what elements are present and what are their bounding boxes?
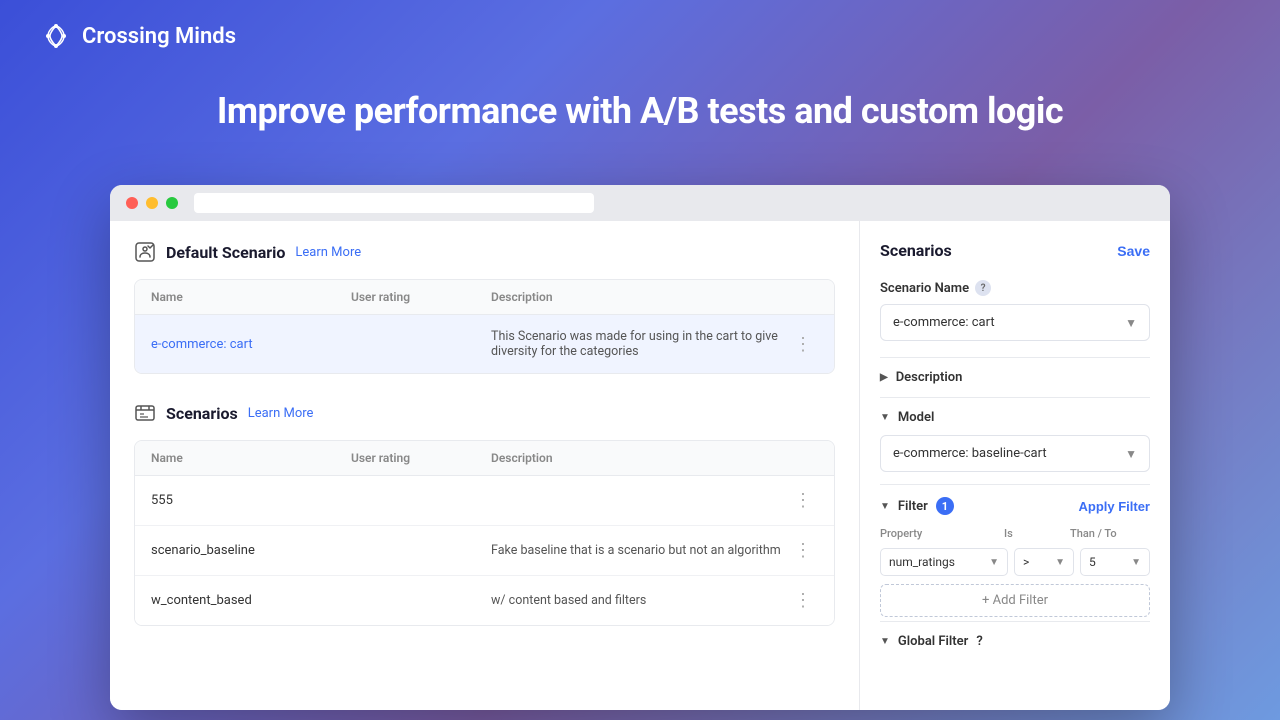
add-filter-button[interactable]: + Add Filter	[880, 584, 1150, 617]
default-scenario-learn-more[interactable]: Learn More	[295, 245, 361, 260]
browser-dot-green	[166, 197, 178, 209]
scenarios-col-name: Name	[151, 451, 351, 465]
filter-operator-chevron: ▼	[1055, 557, 1065, 568]
scenario-name-value: e-commerce: cart	[893, 315, 995, 330]
scenarios-learn-more[interactable]: Learn More	[248, 406, 314, 421]
filter-operator-select[interactable]: > ▼	[1014, 548, 1074, 576]
scenario-name-chevron: ▼	[1125, 316, 1137, 330]
table-row[interactable]: e-commerce: cart This Scenario was made …	[135, 315, 834, 373]
global-filter-header[interactable]: ▼ Global Filter ?	[880, 634, 1150, 649]
filter-header: ▼ Filter 1 Apply Filter	[880, 497, 1150, 515]
model-header[interactable]: ▼ Model	[880, 410, 1150, 425]
right-panel-title: Scenarios	[880, 241, 952, 260]
default-col-rating: User rating	[351, 290, 491, 304]
scenario-name-cell[interactable]: e-commerce: cart	[151, 337, 351, 352]
browser-url-bar	[194, 193, 594, 213]
model-collapsible: ▼ Model e-commerce: baseline-cart ▼	[880, 397, 1150, 484]
model-label: Model	[898, 410, 934, 425]
filter-section: ▼ Filter 1 Apply Filter Property Is Than…	[880, 484, 1150, 617]
table-row[interactable]: w_content_based w/ content based and fil…	[135, 576, 834, 625]
global-filter-label: Global Filter	[898, 634, 968, 649]
filter-label: Filter	[898, 499, 928, 514]
header: Crossing Minds	[0, 0, 1280, 72]
row1-name: 555	[151, 493, 351, 508]
save-button[interactable]: Save	[1117, 243, 1150, 259]
scenarios-col-desc: Description	[491, 451, 788, 465]
filter-value-chevron: ▼	[1131, 557, 1141, 568]
table-row[interactable]: scenario_baseline Fake baseline that is …	[135, 526, 834, 576]
browser-dot-yellow	[146, 197, 158, 209]
description-arrow: ▶	[880, 372, 888, 383]
row3-menu[interactable]: ⋮	[788, 590, 818, 611]
filter-property-header: Property	[880, 527, 998, 540]
filter-badge: 1	[936, 497, 954, 515]
filter-title-group: ▼ Filter 1	[880, 497, 954, 515]
scenario-name-label: Scenario Name ?	[880, 280, 1150, 296]
right-panel: Scenarios Save Scenario Name ? e-commerc…	[860, 221, 1170, 710]
scenario-name-help-icon[interactable]: ?	[975, 280, 991, 296]
logo: Crossing Minds	[40, 20, 236, 52]
default-col-name: Name	[151, 290, 351, 304]
default-col-desc: Description	[491, 290, 788, 304]
row3-desc: w/ content based and filters	[491, 593, 788, 608]
scenario-name-field: Scenario Name ? e-commerce: cart ▼	[880, 280, 1150, 341]
right-panel-header: Scenarios Save	[880, 241, 1150, 260]
row2-desc: Fake baseline that is a scenario but not…	[491, 543, 788, 558]
brand-name: Crossing Minds	[82, 24, 236, 49]
row3-name: w_content_based	[151, 593, 351, 608]
scenarios-section-header: Scenarios Learn More	[134, 402, 835, 424]
browser-bar	[110, 185, 1170, 221]
scenarios-icon	[134, 402, 156, 424]
filter-value: 5	[1089, 555, 1096, 569]
default-scenario-header: Default Scenario Learn More	[134, 241, 835, 263]
browser-window: Default Scenario Learn More Name User ra…	[110, 185, 1170, 710]
hero-title: Improve performance with A/B tests and c…	[0, 90, 1280, 132]
filter-property-select[interactable]: num_ratings ▼	[880, 548, 1008, 576]
filter-is-header: Is	[1004, 527, 1064, 540]
filter-row: num_ratings ▼ > ▼ 5 ▼	[880, 548, 1150, 576]
scenarios-section-title: Scenarios	[166, 404, 238, 423]
model-arrow: ▼	[880, 412, 890, 423]
filter-property-chevron: ▼	[989, 557, 999, 568]
apply-filter-button[interactable]: Apply Filter	[1078, 499, 1150, 514]
row2-name: scenario_baseline	[151, 543, 351, 558]
filter-column-headers: Property Is Than / To	[880, 527, 1150, 540]
browser-content: Default Scenario Learn More Name User ra…	[110, 221, 1170, 710]
global-filter-help-icon[interactable]: ?	[976, 634, 982, 649]
row1-menu[interactable]: ⋮	[788, 490, 818, 511]
filter-value-select[interactable]: 5 ▼	[1080, 548, 1150, 576]
global-filter-arrow: ▼	[880, 636, 890, 647]
scenario-name-select[interactable]: e-commerce: cart ▼	[880, 304, 1150, 341]
scenario-desc-cell: This Scenario was made for using in the …	[491, 329, 788, 359]
scenarios-table-header: Name User rating Description	[135, 441, 834, 476]
scenarios-col-rating: User rating	[351, 451, 491, 465]
logo-icon	[40, 20, 72, 52]
default-scenario-table: Name User rating Description e-commerce:…	[134, 279, 835, 374]
description-header[interactable]: ▶ Description	[880, 370, 1150, 385]
model-chevron: ▼	[1125, 447, 1137, 461]
scenarios-table: Name User rating Description 555 ⋮ scena…	[134, 440, 835, 626]
description-label: Description	[896, 370, 963, 385]
global-filter-section: ▼ Global Filter ?	[880, 621, 1150, 649]
table-row[interactable]: 555 ⋮	[135, 476, 834, 526]
left-panel: Default Scenario Learn More Name User ra…	[110, 221, 860, 710]
default-scenario-title: Default Scenario	[166, 243, 285, 262]
filter-than-to-header: Than / To	[1070, 527, 1150, 540]
default-scenario-icon	[134, 241, 156, 263]
model-select[interactable]: e-commerce: baseline-cart ▼	[880, 435, 1150, 472]
description-collapsible: ▶ Description	[880, 357, 1150, 397]
filter-property-value: num_ratings	[889, 555, 955, 569]
scenarios-col-menu	[788, 451, 818, 465]
model-value: e-commerce: baseline-cart	[893, 446, 1047, 461]
filter-operator-value: >	[1023, 555, 1029, 569]
default-col-menu	[788, 290, 818, 304]
default-scenario-table-header: Name User rating Description	[135, 280, 834, 315]
row-menu-btn[interactable]: ⋮	[788, 334, 818, 355]
browser-dot-red	[126, 197, 138, 209]
filter-arrow[interactable]: ▼	[880, 501, 890, 512]
row2-menu[interactable]: ⋮	[788, 540, 818, 561]
